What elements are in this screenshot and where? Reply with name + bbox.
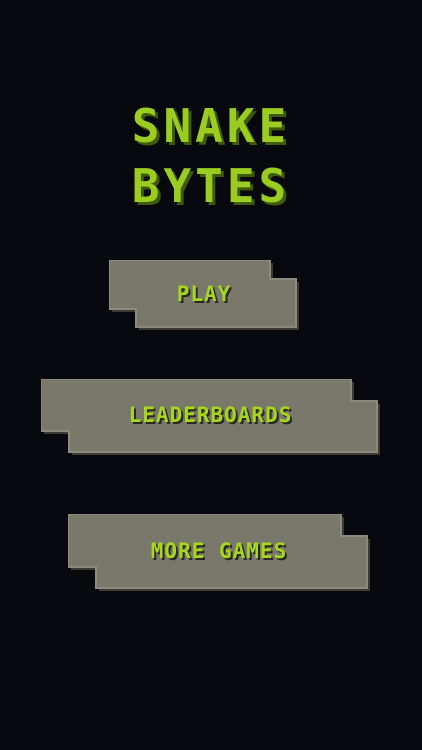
more-games-button-label: MORE GAMES [150, 539, 288, 563]
more-games-button[interactable]: MORE GAMES [68, 514, 370, 591]
game-title-line-1: SNAKE [131, 99, 291, 153]
leaderboards-button[interactable]: LEADERBOARDS [41, 379, 380, 455]
game-title-line-2: BYTES [131, 159, 291, 213]
play-button[interactable]: PLAY [109, 260, 299, 330]
play-button-label: PLAY [176, 282, 232, 306]
leaderboards-button-label: LEADERBOARDS [128, 403, 293, 427]
